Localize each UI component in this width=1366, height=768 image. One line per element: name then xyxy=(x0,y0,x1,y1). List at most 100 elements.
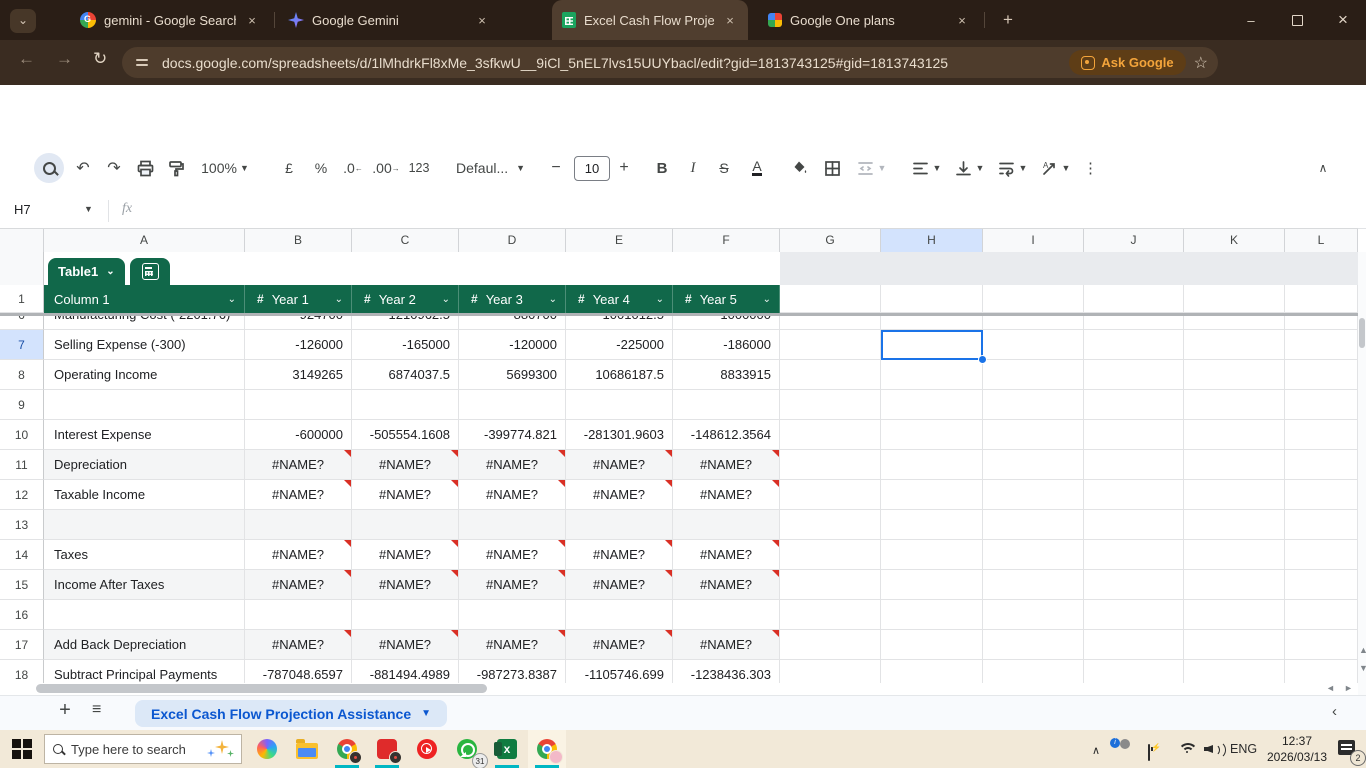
cell-I8[interactable] xyxy=(983,360,1084,390)
text-rotation-icon[interactable]: A▼ xyxy=(1034,150,1076,186)
row-header-9[interactable]: 9 xyxy=(0,390,44,420)
cell-B13[interactable] xyxy=(245,510,352,540)
cell-J13[interactable] xyxy=(1084,510,1184,540)
cell-D6[interactable]: 880700 xyxy=(459,316,566,330)
decrease-font-size-button[interactable]: − xyxy=(542,150,570,186)
cell-F14[interactable]: #NAME? xyxy=(673,540,780,570)
cell-E16[interactable] xyxy=(566,600,673,630)
column-menu-icon[interactable]: ⌄ xyxy=(335,294,343,305)
cell-K18[interactable] xyxy=(1184,660,1285,683)
more-formats-button[interactable]: 123 xyxy=(404,150,434,186)
clock[interactable]: 12:37 2026/03/13 xyxy=(1262,733,1332,765)
borders-icon[interactable] xyxy=(817,150,847,186)
cell-L10[interactable] xyxy=(1285,420,1358,450)
cell-A11[interactable]: Depreciation xyxy=(44,450,245,480)
row-header-13[interactable]: 13 xyxy=(0,510,44,540)
cell-C14[interactable]: #NAME? xyxy=(352,540,459,570)
cell-J15[interactable] xyxy=(1084,570,1184,600)
cell-G17[interactable] xyxy=(780,630,881,660)
cell-L6[interactable] xyxy=(1285,316,1358,330)
taskbar-copilot-icon[interactable] xyxy=(248,730,286,768)
cell-D17[interactable]: #NAME? xyxy=(459,630,566,660)
row-header-18[interactable]: 18 xyxy=(0,660,44,683)
column-header-L[interactable]: L xyxy=(1285,229,1358,253)
cell-G7[interactable] xyxy=(780,330,881,360)
sheet-grid[interactable]: 6Manufacturing Cost (-2201.76)9247001210… xyxy=(0,316,1358,683)
cell-A16[interactable] xyxy=(44,600,245,630)
cell-L7[interactable] xyxy=(1285,330,1358,360)
cell-B9[interactable] xyxy=(245,390,352,420)
font-size-input[interactable]: 10 xyxy=(572,150,612,186)
column-menu-icon[interactable]: ⌄ xyxy=(228,294,236,305)
cell-E15[interactable]: #NAME? xyxy=(566,570,673,600)
cell-K12[interactable] xyxy=(1184,480,1285,510)
paint-format-icon[interactable] xyxy=(161,150,191,186)
hide-menus-icon[interactable]: ∧ xyxy=(1308,150,1338,186)
cell-I7[interactable] xyxy=(983,330,1084,360)
cell-B18[interactable]: -787048.6597 xyxy=(245,660,352,683)
cell-L8[interactable] xyxy=(1285,360,1358,390)
taskbar-red-app-icon[interactable] xyxy=(368,730,406,768)
row-header-12[interactable]: 12 xyxy=(0,480,44,510)
cell-C8[interactable]: 6874037.5 xyxy=(352,360,459,390)
cell-H13[interactable] xyxy=(881,510,983,540)
cell-B10[interactable]: -600000 xyxy=(245,420,352,450)
cell-C18[interactable]: -881494.4989 xyxy=(352,660,459,683)
cell-H15[interactable] xyxy=(881,570,983,600)
cell-J11[interactable] xyxy=(1084,450,1184,480)
cell-J6[interactable] xyxy=(1084,316,1184,330)
cell-D18[interactable]: -987273.8387 xyxy=(459,660,566,683)
cell-D12[interactable]: #NAME? xyxy=(459,480,566,510)
row-header-1[interactable]: 1 xyxy=(0,285,44,313)
row-header-14[interactable]: 14 xyxy=(0,540,44,570)
cell-H9[interactable] xyxy=(881,390,983,420)
fill-color-icon[interactable] xyxy=(784,150,814,186)
cell-A18[interactable]: Subtract Principal Payments xyxy=(44,660,245,683)
cell-E9[interactable] xyxy=(566,390,673,420)
scroll-down-icon[interactable]: ▼ xyxy=(1359,663,1366,673)
cell-K15[interactable] xyxy=(1184,570,1285,600)
column-header-F[interactable]: F xyxy=(673,229,780,253)
cell-B12[interactable]: #NAME? xyxy=(245,480,352,510)
table-header-year-1[interactable]: #Year 1⌄ xyxy=(245,285,352,313)
cell-B7[interactable]: -126000 xyxy=(245,330,352,360)
redo-icon[interactable]: ↷ xyxy=(99,150,129,186)
cell-G12[interactable] xyxy=(780,480,881,510)
cell-G9[interactable] xyxy=(780,390,881,420)
column-menu-icon[interactable]: ⌄ xyxy=(442,294,450,305)
column-header-B[interactable]: B xyxy=(245,229,352,253)
select-all-corner[interactable] xyxy=(0,229,44,253)
column-menu-icon[interactable]: ⌄ xyxy=(549,294,557,305)
cell-A12[interactable]: Taxable Income xyxy=(44,480,245,510)
cell-D11[interactable]: #NAME? xyxy=(459,450,566,480)
vertical-align-icon[interactable]: ▼ xyxy=(948,150,990,186)
forward-icon[interactable]: → xyxy=(56,49,73,69)
toolbar-search-icon[interactable] xyxy=(34,153,64,183)
cell-K13[interactable] xyxy=(1184,510,1285,540)
cell-D15[interactable]: #NAME? xyxy=(459,570,566,600)
cell-H17[interactable] xyxy=(881,630,983,660)
cell-H14[interactable] xyxy=(881,540,983,570)
row-header-10[interactable]: 10 xyxy=(0,420,44,450)
cell-I14[interactable] xyxy=(983,540,1084,570)
cell-I6[interactable] xyxy=(983,316,1084,330)
cell-E14[interactable]: #NAME? xyxy=(566,540,673,570)
italic-button[interactable]: I xyxy=(679,150,707,186)
cell-K11[interactable] xyxy=(1184,450,1285,480)
cell-I9[interactable] xyxy=(983,390,1084,420)
battery-icon[interactable] xyxy=(1148,745,1150,760)
cell-K14[interactable] xyxy=(1184,540,1285,570)
table-header-year-3[interactable]: #Year 3⌄ xyxy=(459,285,566,313)
add-sheet-button[interactable]: + xyxy=(52,699,78,722)
cell-F16[interactable] xyxy=(673,600,780,630)
cell-E8[interactable]: 10686187.5 xyxy=(566,360,673,390)
cell-E17[interactable]: #NAME? xyxy=(566,630,673,660)
cell-I13[interactable] xyxy=(983,510,1084,540)
cell-A10[interactable]: Interest Expense xyxy=(44,420,245,450)
site-settings-icon[interactable] xyxy=(136,59,148,66)
format-percent-button[interactable]: % xyxy=(306,150,336,186)
row-header-7[interactable]: 7 xyxy=(0,330,44,360)
all-sheets-icon[interactable]: ≡ xyxy=(92,701,101,719)
cell-I17[interactable] xyxy=(983,630,1084,660)
cell-H8[interactable] xyxy=(881,360,983,390)
